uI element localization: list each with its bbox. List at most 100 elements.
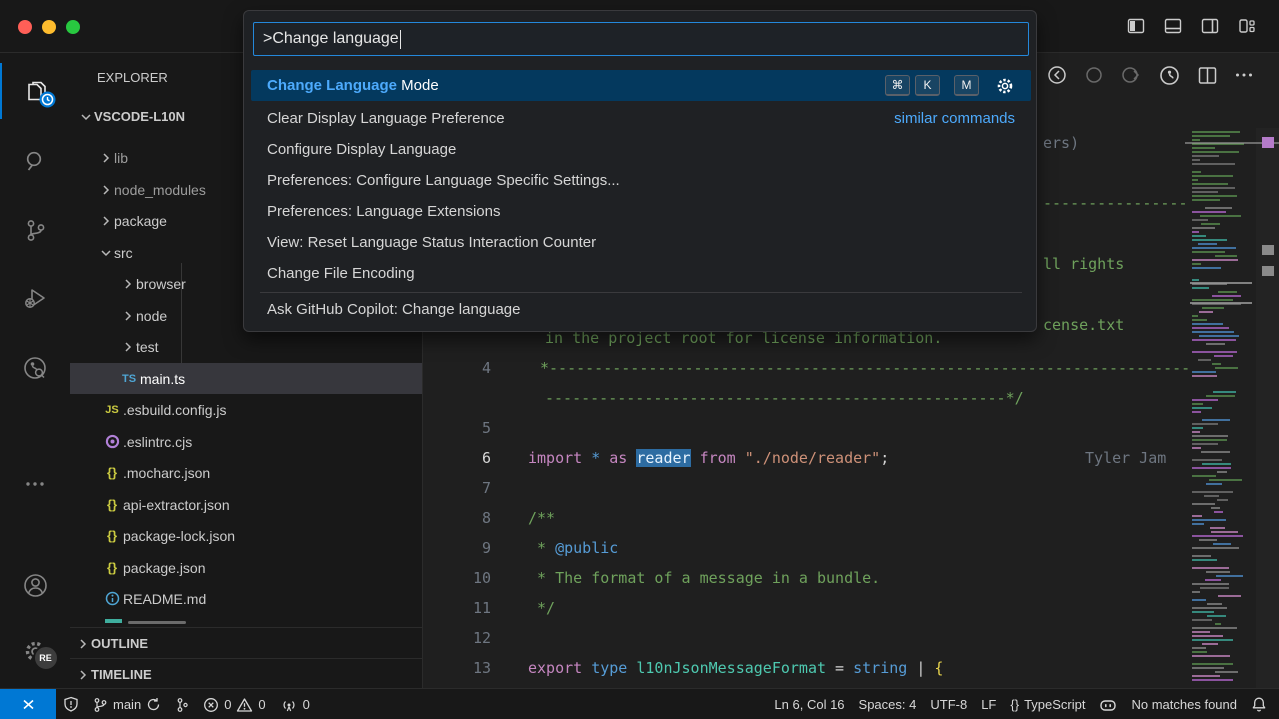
line-number: 7 [423, 473, 491, 503]
tree-item-label: package [114, 213, 167, 229]
code-line-11: */ [528, 593, 555, 623]
text-caret [400, 30, 401, 49]
cmd-keycap: ⌘ [885, 75, 910, 96]
tree-item-test[interactable]: test [70, 331, 422, 362]
remote-indicator[interactable] [0, 689, 56, 719]
timeline-history-button[interactable] [1156, 62, 1182, 88]
command-input[interactable]: >Change language [253, 22, 1029, 56]
tree-item-esbuild-config[interactable]: JS .esbuild.config.js [70, 394, 422, 425]
code-line-4-wrap: ----------------------------------------… [545, 383, 1190, 413]
tree-item-package-json[interactable]: {} package.json [70, 552, 422, 583]
zoom-button[interactable] [66, 20, 80, 34]
toggle-panel-button[interactable] [1160, 13, 1186, 39]
tree-root-label: VSCODE-L10N [94, 109, 185, 124]
activity-explorer[interactable] [0, 63, 72, 119]
tree-item-api-extractor[interactable]: {} api-extractor.json [70, 489, 422, 520]
indentation-button[interactable]: Spaces: 4 [852, 689, 924, 719]
search-icon [23, 149, 48, 174]
outline-section-header[interactable]: OUTLINE [70, 627, 422, 659]
chevron-right-icon [75, 636, 91, 652]
tree-item-package-lock[interactable]: {} package-lock.json [70, 520, 422, 551]
line-number: 5 [423, 413, 491, 443]
minimize-button[interactable] [42, 20, 56, 34]
encoding-button[interactable]: UTF-8 [923, 689, 974, 719]
copilot-button[interactable] [1092, 689, 1124, 719]
palette-item-change-language-mode[interactable]: Change Language Mode ⌘ K M [251, 70, 1031, 101]
notifications-button[interactable] [1244, 689, 1279, 719]
code-partial-rights: ll rights [1043, 249, 1124, 279]
nav-current-button[interactable] [1081, 62, 1107, 88]
activity-account[interactable] [0, 557, 70, 613]
activity-commit-graph[interactable] [0, 340, 70, 396]
palette-item-reset-language-status[interactable]: View: Reset Language Status Interaction … [251, 227, 1031, 258]
minimap[interactable] [1190, 95, 1252, 688]
tree-item-eslintrc[interactable]: .eslintrc.cjs [70, 426, 422, 457]
encoding: UTF-8 [930, 697, 967, 712]
overview-ruler[interactable] [1256, 128, 1279, 688]
search-status[interactable]: No matches found [1124, 689, 1244, 719]
activity-settings[interactable]: RE [0, 623, 70, 679]
customize-layout-button[interactable] [1234, 13, 1260, 39]
activity-run-debug[interactable] [0, 271, 70, 327]
command-query: >Change language [263, 30, 399, 48]
branch-button[interactable]: main [86, 689, 168, 719]
match-text: Change Language [267, 77, 397, 94]
configure-keybinding-gear-icon[interactable] [995, 76, 1015, 96]
item-text: Preferences: Configure Language Specific… [267, 172, 620, 189]
tree-item-main-ts[interactable]: TS main.ts [70, 363, 422, 394]
palette-item-configure-display-language[interactable]: Configure Display Language [251, 134, 1031, 165]
tree-item-label: README.md [123, 591, 206, 607]
code-partial-blame: ers) [1043, 128, 1079, 158]
palette-item-language-extensions[interactable]: Preferences: Language Extensions [251, 196, 1031, 227]
selected-word: reader [636, 449, 690, 467]
split-editor-button[interactable] [1194, 62, 1220, 88]
nav-back-button[interactable] [1044, 62, 1070, 88]
similar-commands-link[interactable]: similar commands [894, 110, 1015, 127]
palette-item-clear-display-language[interactable]: Clear Display Language Preference simila… [251, 103, 1031, 134]
activity-source-control[interactable] [0, 202, 70, 258]
tree-item-readme[interactable]: README.md [70, 583, 422, 614]
palette-item-change-file-encoding[interactable]: Change File Encoding [251, 258, 1031, 289]
cursor-position-button[interactable]: Ln 6, Col 16 [767, 689, 851, 719]
toggle-primary-sidebar-button[interactable] [1123, 13, 1149, 39]
source-control-graph-button[interactable] [168, 689, 196, 719]
language-mode-button[interactable]: {} TypeScript [1003, 689, 1092, 719]
eol-button[interactable]: LF [974, 689, 1003, 719]
ports-button[interactable]: 0 [273, 689, 317, 719]
item-text: Mode [397, 77, 439, 94]
code-token: { [934, 659, 943, 677]
account-icon [22, 572, 49, 599]
workspace-trust-button[interactable] [56, 689, 86, 719]
activity-more-views[interactable] [0, 456, 70, 512]
close-button[interactable] [18, 20, 32, 34]
chevron-right-icon [120, 339, 136, 355]
line-number: 13 [423, 653, 491, 683]
problems-button[interactable]: 0 0 [196, 689, 272, 719]
panel-icon [1163, 16, 1183, 36]
toggle-secondary-sidebar-button[interactable] [1197, 13, 1223, 39]
tree-item-mocharc[interactable]: {} .mocharc.json [70, 457, 422, 488]
cursor-position: Ln 6, Col 16 [774, 697, 844, 712]
code-token: export [528, 659, 591, 677]
copilot-icon [1099, 697, 1117, 713]
editor-more-actions-button[interactable] [1231, 62, 1257, 88]
json-file-icon: {} [101, 560, 123, 575]
palette-separator [260, 292, 1022, 293]
code-line-8: /** [528, 503, 555, 533]
palette-item-ask-copilot[interactable]: Ask GitHub Copilot: Change language [251, 294, 1031, 325]
timeline-section-header[interactable]: TIMELINE [70, 658, 422, 688]
keybinding: ⌘ K M [885, 75, 1015, 96]
graph-icon [175, 697, 189, 713]
line-number: 9 [423, 533, 491, 563]
palette-item-configure-language-settings[interactable]: Preferences: Configure Language Specific… [251, 165, 1031, 196]
activity-search[interactable] [0, 133, 70, 189]
sidebar-right-icon [1200, 16, 1220, 36]
code-token: ; [880, 449, 889, 467]
sidebar-left-icon [1126, 16, 1146, 36]
typescript-file-icon: TS [118, 373, 140, 385]
sidebar-title: EXPLORER [97, 70, 168, 85]
warning-count: 0 [258, 697, 265, 712]
ruler-marker [1262, 245, 1274, 255]
json-file-icon: {} [101, 528, 123, 543]
nav-forward-button[interactable] [1118, 62, 1144, 88]
